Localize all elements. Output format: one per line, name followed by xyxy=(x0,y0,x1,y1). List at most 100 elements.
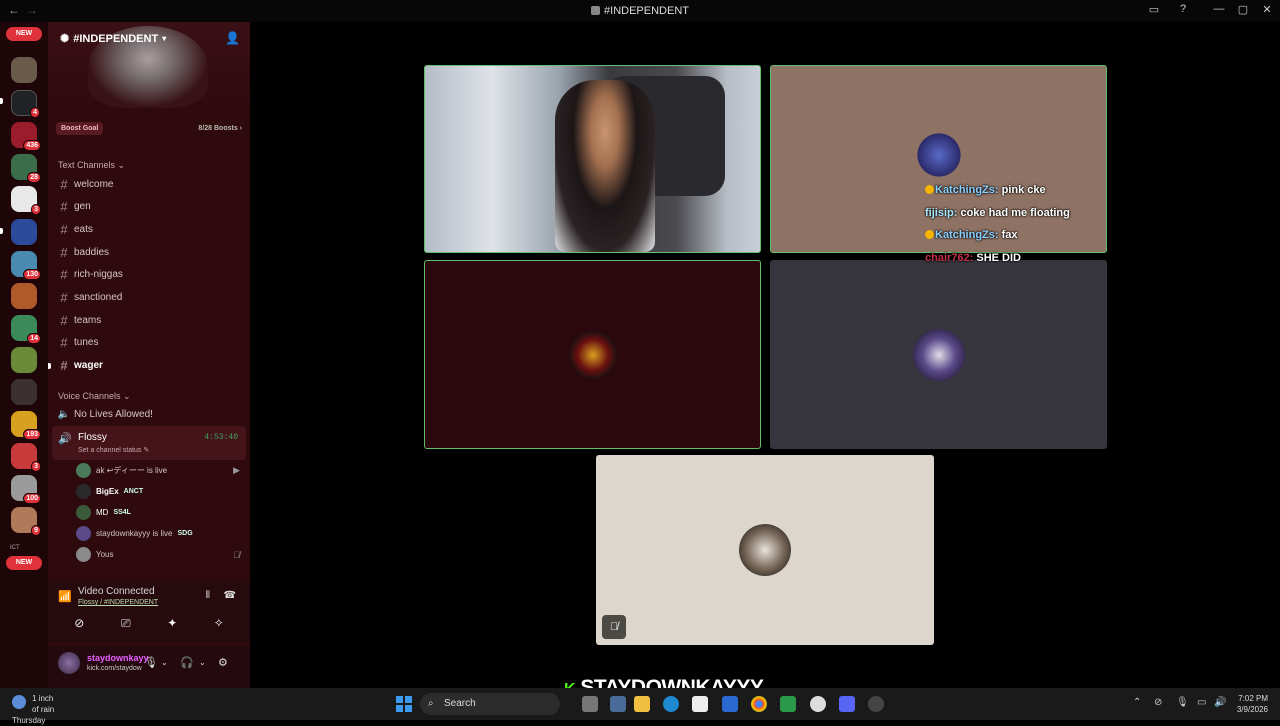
chevron-down-icon[interactable]: ⌄ xyxy=(199,658,206,667)
new-badge[interactable]: NEW xyxy=(6,27,42,41)
task-view-icon[interactable] xyxy=(582,696,598,712)
video-tile-avatar[interactable]: 🎙̸ xyxy=(596,455,934,645)
channel-baddies[interactable]: # baddies xyxy=(54,242,244,262)
channel-wager[interactable]: # wager xyxy=(48,356,244,376)
channel-gen[interactable]: # gen xyxy=(54,197,244,217)
app-icon[interactable] xyxy=(780,696,796,712)
channel-welcome[interactable]: # welcome xyxy=(54,174,244,194)
server-icon[interactable] xyxy=(11,219,37,245)
inbox-icon[interactable]: ▭ xyxy=(1143,3,1165,19)
text-channels-header[interactable]: Text Channels ⌄ xyxy=(58,160,125,171)
server-icon[interactable]: 3 xyxy=(11,443,41,472)
voice-user[interactable]: MD SS4L xyxy=(76,502,240,522)
voice-user[interactable]: Yous 🎙̸ xyxy=(76,545,240,565)
display-icon[interactable]: ▭ xyxy=(1197,697,1206,708)
server-icon[interactable] xyxy=(11,283,37,309)
hash-icon: # xyxy=(60,199,68,215)
microphone-icon[interactable]: 🎙 xyxy=(144,656,158,669)
folder-label[interactable]: ICT xyxy=(10,545,20,551)
back-button[interactable]: ← xyxy=(6,3,22,17)
server-icon[interactable] xyxy=(11,379,37,405)
start-icon[interactable] xyxy=(396,696,412,712)
mail-icon[interactable] xyxy=(722,696,738,712)
video-tile-avatar[interactable] xyxy=(424,260,761,449)
discord-icon[interactable] xyxy=(839,696,855,712)
clock[interactable]: 7:02 PM 3/9/2026 xyxy=(1237,693,1268,715)
weather-day: Thursday xyxy=(12,716,46,725)
server-rail: NEW 4 436 28 3 130 14 193 3 100 9 ICT NE… xyxy=(0,22,48,688)
soundboard-icon[interactable]: ✧ xyxy=(204,616,234,634)
channel-eats[interactable]: # eats xyxy=(54,219,244,239)
channel-name: baddies xyxy=(74,246,110,258)
voice-user[interactable]: ak ↩ディーー is live ▶ xyxy=(76,460,240,480)
chevron-down-icon[interactable]: ⌄ xyxy=(161,658,168,667)
chevron-up-icon[interactable]: ⌃ xyxy=(1133,697,1141,708)
voice-channel-no-lives[interactable]: 🔈 No Lives Allowed! xyxy=(54,404,244,424)
stream-chat-overlay: KatchingZs: pink cke fijisip: coke had me… xyxy=(925,181,1125,271)
server-icon[interactable]: 3 xyxy=(11,186,41,215)
minimize-button[interactable]: — xyxy=(1208,3,1230,19)
forward-button[interactable]: → xyxy=(24,3,40,17)
noise-suppression-icon[interactable]: ⦀ xyxy=(206,590,210,601)
video-tile-camera[interactable] xyxy=(424,65,761,253)
username[interactable]: staydownkayy xyxy=(87,653,149,663)
server-icon[interactable] xyxy=(11,347,37,373)
close-button[interactable]: ✕ xyxy=(1256,3,1278,19)
weather-widget[interactable]: 1 inch of rain Thursday xyxy=(12,693,58,726)
help-icon[interactable]: ? xyxy=(1172,3,1194,19)
chrome-icon[interactable] xyxy=(751,696,767,712)
screen-share-icon[interactable]: ⎚ xyxy=(111,616,141,634)
gear-icon[interactable]: ⚙ xyxy=(218,656,228,669)
activities-icon[interactable]: ✦ xyxy=(157,616,187,634)
voice-user[interactable]: BigEx ANCT xyxy=(76,481,240,501)
video-tile-avatar[interactable] xyxy=(770,260,1107,449)
boost-goal-row[interactable]: Boost Goal 8/28 Boosts › xyxy=(56,120,242,136)
voice-user[interactable]: staydownkayyy is live SDG xyxy=(76,524,240,544)
window-controls: ▭ ? — ▢ ✕ xyxy=(1143,3,1278,19)
server-icon-twitch[interactable]: 4 xyxy=(11,90,40,118)
app-icon[interactable] xyxy=(610,696,626,712)
camera-off-icon[interactable]: ⊘ xyxy=(64,616,94,634)
server-icon[interactable]: 436 xyxy=(11,122,41,151)
server-icon[interactable]: 28 xyxy=(11,154,41,183)
voice-channel-flossy[interactable]: 🔊 Flossy Set a channel status ✎ 4:53:40 xyxy=(52,426,246,460)
avatar[interactable] xyxy=(58,652,80,674)
server-icon[interactable]: 100 xyxy=(11,475,41,504)
server-icon[interactable]: 14 xyxy=(11,315,41,344)
headphones-icon[interactable]: 🎧 xyxy=(180,656,194,669)
channel-status[interactable]: Set a channel status ✎ xyxy=(78,446,149,454)
disconnect-icon[interactable]: ☎ xyxy=(224,590,236,601)
mic-muted-icon[interactable]: 🎙̸ xyxy=(602,615,626,639)
channel-tunes[interactable]: # tunes xyxy=(54,333,244,353)
channel-sanctioned[interactable]: # sanctioned xyxy=(54,288,244,308)
voice-location-link[interactable]: Flossy / #INDEPENDENT xyxy=(78,599,158,606)
mention-badge: 130 xyxy=(23,269,41,280)
file-explorer-icon[interactable] xyxy=(634,696,650,712)
voice-connection-panel: 📶 Video Connected Flossy / #INDEPENDENT … xyxy=(48,582,250,642)
category-label: Text Channels xyxy=(58,160,116,170)
boost-goal-badge: Boost Goal xyxy=(56,121,104,135)
server-name: #INDEPENDENT xyxy=(73,32,159,45)
invite-people-icon[interactable]: 👤 xyxy=(225,31,240,45)
voice-channels-header[interactable]: Voice Channels ⌄ xyxy=(58,391,131,402)
store-icon[interactable] xyxy=(692,696,708,712)
obs-icon[interactable] xyxy=(810,696,826,712)
new-badge[interactable]: NEW xyxy=(6,556,42,570)
edge-icon[interactable] xyxy=(663,696,679,712)
channel-rich-niggas[interactable]: # rich-niggas xyxy=(54,265,244,285)
network-off-icon[interactable]: ⊘ xyxy=(1154,697,1162,708)
channel-teams[interactable]: # teams xyxy=(54,310,244,330)
server-icon[interactable]: 193 xyxy=(11,411,41,440)
app-icon[interactable] xyxy=(868,696,884,712)
voice-user-name: Yous xyxy=(96,550,114,560)
server-header[interactable]: ✺ #INDEPENDENT ▾ xyxy=(60,32,166,46)
search-box[interactable]: ⌕ Search xyxy=(420,693,560,715)
chat-text: pink cke xyxy=(1001,184,1046,196)
server-icon[interactable] xyxy=(11,57,37,83)
signal-icon[interactable]: 📶 xyxy=(58,590,72,603)
microphone-icon[interactable]: 🎙 xyxy=(1176,697,1189,708)
server-icon[interactable]: 130 xyxy=(11,251,41,280)
maximize-button[interactable]: ▢ xyxy=(1232,3,1254,19)
volume-icon[interactable]: 🔊 xyxy=(1214,697,1226,708)
server-icon[interactable]: 9 xyxy=(11,507,41,536)
